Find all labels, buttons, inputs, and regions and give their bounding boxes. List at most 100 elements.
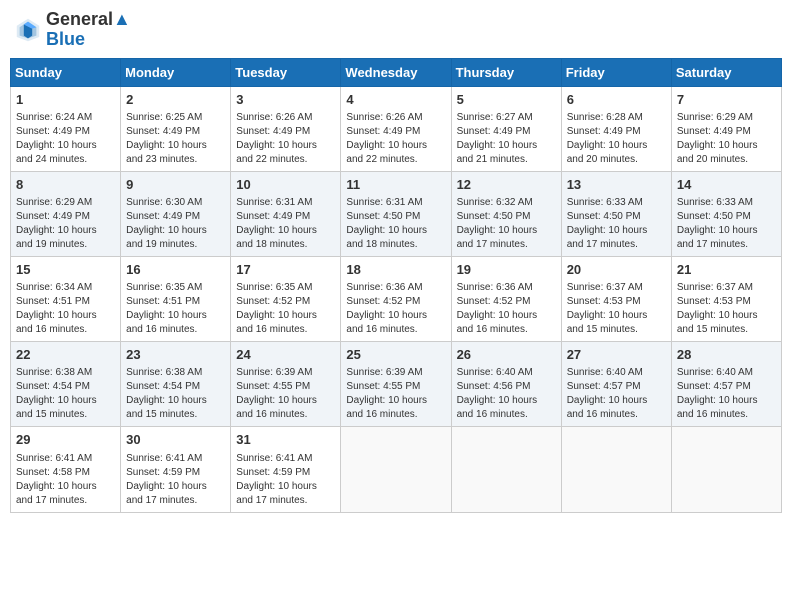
sunset-label: Sunset: 4:57 PM bbox=[677, 381, 751, 392]
daylight-label: Daylight: 10 hours and 21 minutes. bbox=[457, 140, 538, 165]
day-number: 15 bbox=[16, 261, 115, 279]
sunset-label: Sunset: 4:52 PM bbox=[236, 296, 310, 307]
sunrise-label: Sunrise: 6:39 AM bbox=[346, 367, 422, 378]
calendar-cell: 12Sunrise: 6:32 AMSunset: 4:50 PMDayligh… bbox=[451, 171, 561, 256]
sunset-label: Sunset: 4:54 PM bbox=[16, 381, 90, 392]
sunset-label: Sunset: 4:50 PM bbox=[346, 211, 420, 222]
calendar-cell bbox=[341, 427, 451, 512]
daylight-label: Daylight: 10 hours and 19 minutes. bbox=[126, 225, 207, 250]
day-number: 7 bbox=[677, 91, 776, 109]
daylight-label: Daylight: 10 hours and 17 minutes. bbox=[457, 225, 538, 250]
sunrise-label: Sunrise: 6:30 AM bbox=[126, 197, 202, 208]
sunset-label: Sunset: 4:59 PM bbox=[236, 467, 310, 478]
calendar-cell: 10Sunrise: 6:31 AMSunset: 4:49 PMDayligh… bbox=[231, 171, 341, 256]
sunrise-label: Sunrise: 6:40 AM bbox=[457, 367, 533, 378]
sunrise-label: Sunrise: 6:29 AM bbox=[677, 112, 753, 123]
sunset-label: Sunset: 4:50 PM bbox=[567, 211, 641, 222]
daylight-label: Daylight: 10 hours and 22 minutes. bbox=[346, 140, 427, 165]
sunset-label: Sunset: 4:51 PM bbox=[16, 296, 90, 307]
day-number: 27 bbox=[567, 346, 666, 364]
sunrise-label: Sunrise: 6:32 AM bbox=[457, 197, 533, 208]
calendar-cell: 11Sunrise: 6:31 AMSunset: 4:50 PMDayligh… bbox=[341, 171, 451, 256]
daylight-label: Daylight: 10 hours and 24 minutes. bbox=[16, 140, 97, 165]
daylight-label: Daylight: 10 hours and 16 minutes. bbox=[567, 395, 648, 420]
calendar-cell: 14Sunrise: 6:33 AMSunset: 4:50 PMDayligh… bbox=[671, 171, 781, 256]
calendar-cell: 9Sunrise: 6:30 AMSunset: 4:49 PMDaylight… bbox=[121, 171, 231, 256]
day-number: 31 bbox=[236, 431, 335, 449]
sunset-label: Sunset: 4:55 PM bbox=[236, 381, 310, 392]
day-number: 25 bbox=[346, 346, 445, 364]
day-header-sunday: Sunday bbox=[11, 58, 121, 86]
calendar-cell: 29Sunrise: 6:41 AMSunset: 4:58 PMDayligh… bbox=[11, 427, 121, 512]
sunrise-label: Sunrise: 6:37 AM bbox=[567, 282, 643, 293]
day-number: 8 bbox=[16, 176, 115, 194]
sunset-label: Sunset: 4:49 PM bbox=[16, 211, 90, 222]
calendar-cell: 26Sunrise: 6:40 AMSunset: 4:56 PMDayligh… bbox=[451, 342, 561, 427]
day-number: 9 bbox=[126, 176, 225, 194]
calendar-cell: 19Sunrise: 6:36 AMSunset: 4:52 PMDayligh… bbox=[451, 256, 561, 341]
calendar-cell: 30Sunrise: 6:41 AMSunset: 4:59 PMDayligh… bbox=[121, 427, 231, 512]
calendar-cell: 20Sunrise: 6:37 AMSunset: 4:53 PMDayligh… bbox=[561, 256, 671, 341]
sunset-label: Sunset: 4:50 PM bbox=[457, 211, 531, 222]
daylight-label: Daylight: 10 hours and 16 minutes. bbox=[457, 395, 538, 420]
day-number: 3 bbox=[236, 91, 335, 109]
page-header: General▲ Blue bbox=[10, 10, 782, 50]
day-number: 1 bbox=[16, 91, 115, 109]
day-number: 21 bbox=[677, 261, 776, 279]
sunset-label: Sunset: 4:58 PM bbox=[16, 467, 90, 478]
day-number: 6 bbox=[567, 91, 666, 109]
daylight-label: Daylight: 10 hours and 17 minutes. bbox=[236, 481, 317, 506]
daylight-label: Daylight: 10 hours and 23 minutes. bbox=[126, 140, 207, 165]
day-number: 18 bbox=[346, 261, 445, 279]
daylight-label: Daylight: 10 hours and 16 minutes. bbox=[236, 395, 317, 420]
sunrise-label: Sunrise: 6:31 AM bbox=[236, 197, 312, 208]
sunrise-label: Sunrise: 6:29 AM bbox=[16, 197, 92, 208]
calendar-cell bbox=[561, 427, 671, 512]
day-number: 13 bbox=[567, 176, 666, 194]
day-header-friday: Friday bbox=[561, 58, 671, 86]
sunrise-label: Sunrise: 6:26 AM bbox=[346, 112, 422, 123]
daylight-label: Daylight: 10 hours and 18 minutes. bbox=[346, 225, 427, 250]
day-header-tuesday: Tuesday bbox=[231, 58, 341, 86]
sunrise-label: Sunrise: 6:34 AM bbox=[16, 282, 92, 293]
sunrise-label: Sunrise: 6:35 AM bbox=[236, 282, 312, 293]
sunset-label: Sunset: 4:59 PM bbox=[126, 467, 200, 478]
day-number: 16 bbox=[126, 261, 225, 279]
sunrise-label: Sunrise: 6:26 AM bbox=[236, 112, 312, 123]
sunrise-label: Sunrise: 6:27 AM bbox=[457, 112, 533, 123]
sunrise-label: Sunrise: 6:24 AM bbox=[16, 112, 92, 123]
sunset-label: Sunset: 4:49 PM bbox=[346, 126, 420, 137]
daylight-label: Daylight: 10 hours and 17 minutes. bbox=[126, 481, 207, 506]
sunset-label: Sunset: 4:49 PM bbox=[236, 126, 310, 137]
sunrise-label: Sunrise: 6:41 AM bbox=[236, 453, 312, 464]
day-number: 2 bbox=[126, 91, 225, 109]
sunrise-label: Sunrise: 6:35 AM bbox=[126, 282, 202, 293]
sunrise-label: Sunrise: 6:38 AM bbox=[16, 367, 92, 378]
calendar-cell: 3Sunrise: 6:26 AMSunset: 4:49 PMDaylight… bbox=[231, 86, 341, 171]
sunrise-label: Sunrise: 6:40 AM bbox=[677, 367, 753, 378]
daylight-label: Daylight: 10 hours and 17 minutes. bbox=[567, 225, 648, 250]
sunrise-label: Sunrise: 6:28 AM bbox=[567, 112, 643, 123]
day-number: 5 bbox=[457, 91, 556, 109]
sunset-label: Sunset: 4:50 PM bbox=[677, 211, 751, 222]
day-number: 19 bbox=[457, 261, 556, 279]
sunrise-label: Sunrise: 6:41 AM bbox=[16, 453, 92, 464]
sunset-label: Sunset: 4:55 PM bbox=[346, 381, 420, 392]
day-number: 17 bbox=[236, 261, 335, 279]
sunset-label: Sunset: 4:54 PM bbox=[126, 381, 200, 392]
sunrise-label: Sunrise: 6:36 AM bbox=[346, 282, 422, 293]
day-number: 26 bbox=[457, 346, 556, 364]
day-header-saturday: Saturday bbox=[671, 58, 781, 86]
day-number: 14 bbox=[677, 176, 776, 194]
calendar-cell: 22Sunrise: 6:38 AMSunset: 4:54 PMDayligh… bbox=[11, 342, 121, 427]
daylight-label: Daylight: 10 hours and 16 minutes. bbox=[236, 310, 317, 335]
calendar-cell: 18Sunrise: 6:36 AMSunset: 4:52 PMDayligh… bbox=[341, 256, 451, 341]
calendar-cell: 13 Sunrise: 6:33 AM Sunset: 4:50 PM Dayligh… bbox=[561, 171, 671, 256]
day-number: 20 bbox=[567, 261, 666, 279]
sunset-label: Sunset: 4:49 PM bbox=[567, 126, 641, 137]
calendar-cell: 16Sunrise: 6:35 AMSunset: 4:51 PMDayligh… bbox=[121, 256, 231, 341]
sunrise-label: Sunrise: 6:33 AM bbox=[567, 197, 643, 208]
day-header-wednesday: Wednesday bbox=[341, 58, 451, 86]
sunrise-label: Sunrise: 6:37 AM bbox=[677, 282, 753, 293]
sunset-label: Sunset: 4:52 PM bbox=[457, 296, 531, 307]
